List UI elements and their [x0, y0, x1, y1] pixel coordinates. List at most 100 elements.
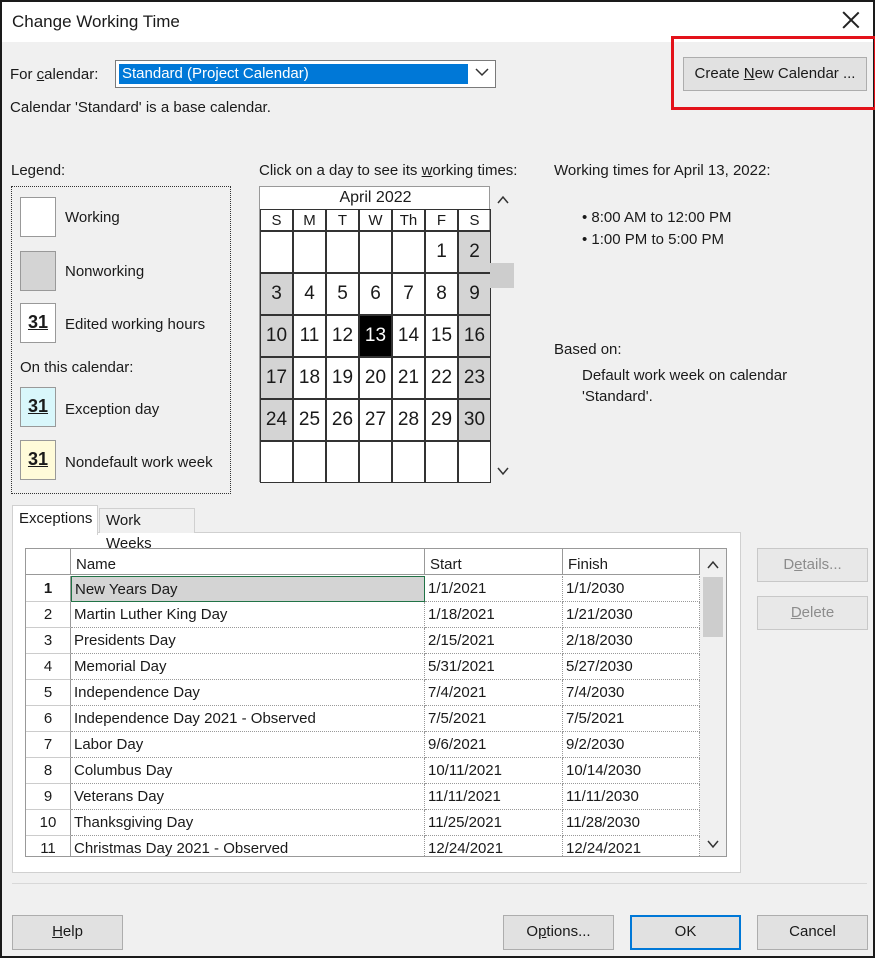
row-number[interactable]: 3: [26, 628, 71, 654]
cell-name[interactable]: Independence Day 2021 - Observed: [71, 706, 425, 732]
calendar-day[interactable]: 20: [359, 357, 392, 399]
cell-start[interactable]: 2/15/2021: [425, 628, 563, 654]
calendar-day[interactable]: 3: [260, 273, 293, 315]
table-row[interactable]: 1 New Years Day 1/1/2021 1/1/2030: [26, 576, 700, 602]
cell-start[interactable]: 7/5/2021: [425, 706, 563, 732]
column-header-start[interactable]: Start: [425, 549, 563, 575]
cell-finish[interactable]: 9/2/2030: [563, 732, 700, 758]
table-row[interactable]: 4 Memorial Day 5/31/2021 5/27/2030: [26, 654, 700, 680]
calendar-day[interactable]: 7: [392, 273, 425, 315]
calendar-day[interactable]: 8: [425, 273, 458, 315]
cell-name[interactable]: Christmas Day 2021 - Observed: [71, 836, 425, 856]
row-number[interactable]: 10: [26, 810, 71, 836]
calendar-day[interactable]: 6: [359, 273, 392, 315]
cell-name[interactable]: Martin Luther King Day: [71, 602, 425, 628]
calendar-day[interactable]: 21: [392, 357, 425, 399]
row-number[interactable]: 2: [26, 602, 71, 628]
cell-name[interactable]: Independence Day: [71, 680, 425, 706]
calendar-scroll-thumb[interactable]: [490, 263, 514, 288]
row-number[interactable]: 1: [26, 576, 71, 602]
row-number[interactable]: 6: [26, 706, 71, 732]
table-row[interactable]: 7 Labor Day 9/6/2021 9/2/2030: [26, 732, 700, 758]
scroll-thumb[interactable]: [703, 577, 723, 637]
row-number[interactable]: 11: [26, 836, 71, 856]
cell-start[interactable]: 9/6/2021: [425, 732, 563, 758]
column-header-name[interactable]: Name: [71, 549, 425, 575]
row-number[interactable]: 8: [26, 758, 71, 784]
help-button[interactable]: Help: [12, 915, 123, 950]
cell-start[interactable]: 11/25/2021: [425, 810, 563, 836]
calendar-day[interactable]: 29: [425, 399, 458, 441]
cell-name[interactable]: Columbus Day: [71, 758, 425, 784]
calendar-day[interactable]: 15: [425, 315, 458, 357]
calendar-day[interactable]: 18: [293, 357, 326, 399]
cell-finish[interactable]: 2/18/2030: [563, 628, 700, 654]
cell-start[interactable]: 10/11/2021: [425, 758, 563, 784]
options-button[interactable]: Options...: [503, 915, 614, 950]
calendar-day[interactable]: 17: [260, 357, 293, 399]
cell-finish[interactable]: 11/11/2030: [563, 784, 700, 810]
cell-finish[interactable]: 7/4/2030: [563, 680, 700, 706]
calendar-day[interactable]: 9: [458, 273, 491, 315]
cell-finish[interactable]: 11/28/2030: [563, 810, 700, 836]
calendar-day[interactable]: 5: [326, 273, 359, 315]
calendar-day[interactable]: 23: [458, 357, 491, 399]
calendar-day[interactable]: 14: [392, 315, 425, 357]
calendar-day[interactable]: 25: [293, 399, 326, 441]
column-header-finish[interactable]: Finish: [563, 549, 700, 575]
ok-button[interactable]: OK: [630, 915, 741, 950]
details-button[interactable]: Details...: [757, 548, 868, 582]
calendar-day[interactable]: 4: [293, 273, 326, 315]
cell-name[interactable]: Labor Day: [71, 732, 425, 758]
table-row[interactable]: 5 Independence Day 7/4/2021 7/4/2030: [26, 680, 700, 706]
row-number[interactable]: 7: [26, 732, 71, 758]
cell-finish[interactable]: 1/21/2030: [563, 602, 700, 628]
table-row[interactable]: 6 Independence Day 2021 - Observed 7/5/202…: [26, 706, 700, 732]
scroll-down-icon[interactable]: [707, 838, 719, 850]
cell-start[interactable]: 12/24/2021: [425, 836, 563, 856]
calendar-day[interactable]: 19: [326, 357, 359, 399]
calendar-day[interactable]: 24: [260, 399, 293, 441]
row-number[interactable]: 4: [26, 654, 71, 680]
table-row[interactable]: 2 Martin Luther King Day 1/18/2021 1/21/203…: [26, 602, 700, 628]
cell-start[interactable]: 7/4/2021: [425, 680, 563, 706]
calendar-day[interactable]: 2: [458, 231, 491, 273]
scroll-up-icon[interactable]: [707, 559, 719, 571]
table-row[interactable]: 3 Presidents Day 2/15/2021 2/18/2030: [26, 628, 700, 654]
cell-start[interactable]: 11/11/2021: [425, 784, 563, 810]
calendar-day[interactable]: 1: [425, 231, 458, 273]
calendar-day[interactable]: 26: [326, 399, 359, 441]
cell-finish[interactable]: 1/1/2030: [563, 576, 700, 602]
calendar-day[interactable]: 13: [359, 315, 392, 357]
create-new-calendar-button[interactable]: Create New Calendar ...: [683, 57, 867, 91]
table-row[interactable]: 9 Veterans Day 11/11/2021 11/11/2030: [26, 784, 700, 810]
calendar-day[interactable]: 28: [392, 399, 425, 441]
cell-name[interactable]: Memorial Day: [71, 654, 425, 680]
calendar-day[interactable]: 12: [326, 315, 359, 357]
calendar-scroll-down-icon[interactable]: [496, 464, 510, 478]
cell-name[interactable]: New Years Day: [71, 576, 425, 602]
for-calendar-select[interactable]: Standard (Project Calendar): [115, 60, 496, 88]
calendar-scroll-up-icon[interactable]: [496, 193, 510, 207]
cell-start[interactable]: 5/31/2021: [425, 654, 563, 680]
tab-work-weeks[interactable]: Work Weeks: [99, 508, 195, 552]
delete-button[interactable]: Delete: [757, 596, 868, 630]
calendar-day[interactable]: 16: [458, 315, 491, 357]
cell-finish[interactable]: 7/5/2021: [563, 706, 700, 732]
calendar-day[interactable]: 10: [260, 315, 293, 357]
table-row[interactable]: 11 Christmas Day 2021 - Observed 12/24/202…: [26, 836, 700, 856]
cell-finish[interactable]: 10/14/2030: [563, 758, 700, 784]
cell-start[interactable]: 1/1/2021: [425, 576, 563, 602]
calendar-day[interactable]: 11: [293, 315, 326, 357]
tab-exceptions[interactable]: Exceptions: [12, 505, 98, 535]
cell-name[interactable]: Presidents Day: [71, 628, 425, 654]
cell-finish[interactable]: 12/24/2021: [563, 836, 700, 856]
row-number[interactable]: 9: [26, 784, 71, 810]
table-row[interactable]: 8 Columbus Day 10/11/2021 10/14/2030: [26, 758, 700, 784]
calendar-day[interactable]: 27: [359, 399, 392, 441]
table-row[interactable]: 10 Thanksgiving Day 11/25/2021 11/28/2030: [26, 810, 700, 836]
table-scrollbar[interactable]: [700, 549, 726, 856]
calendar-day[interactable]: 22: [425, 357, 458, 399]
cancel-button[interactable]: Cancel: [757, 915, 868, 950]
cell-finish[interactable]: 5/27/2030: [563, 654, 700, 680]
